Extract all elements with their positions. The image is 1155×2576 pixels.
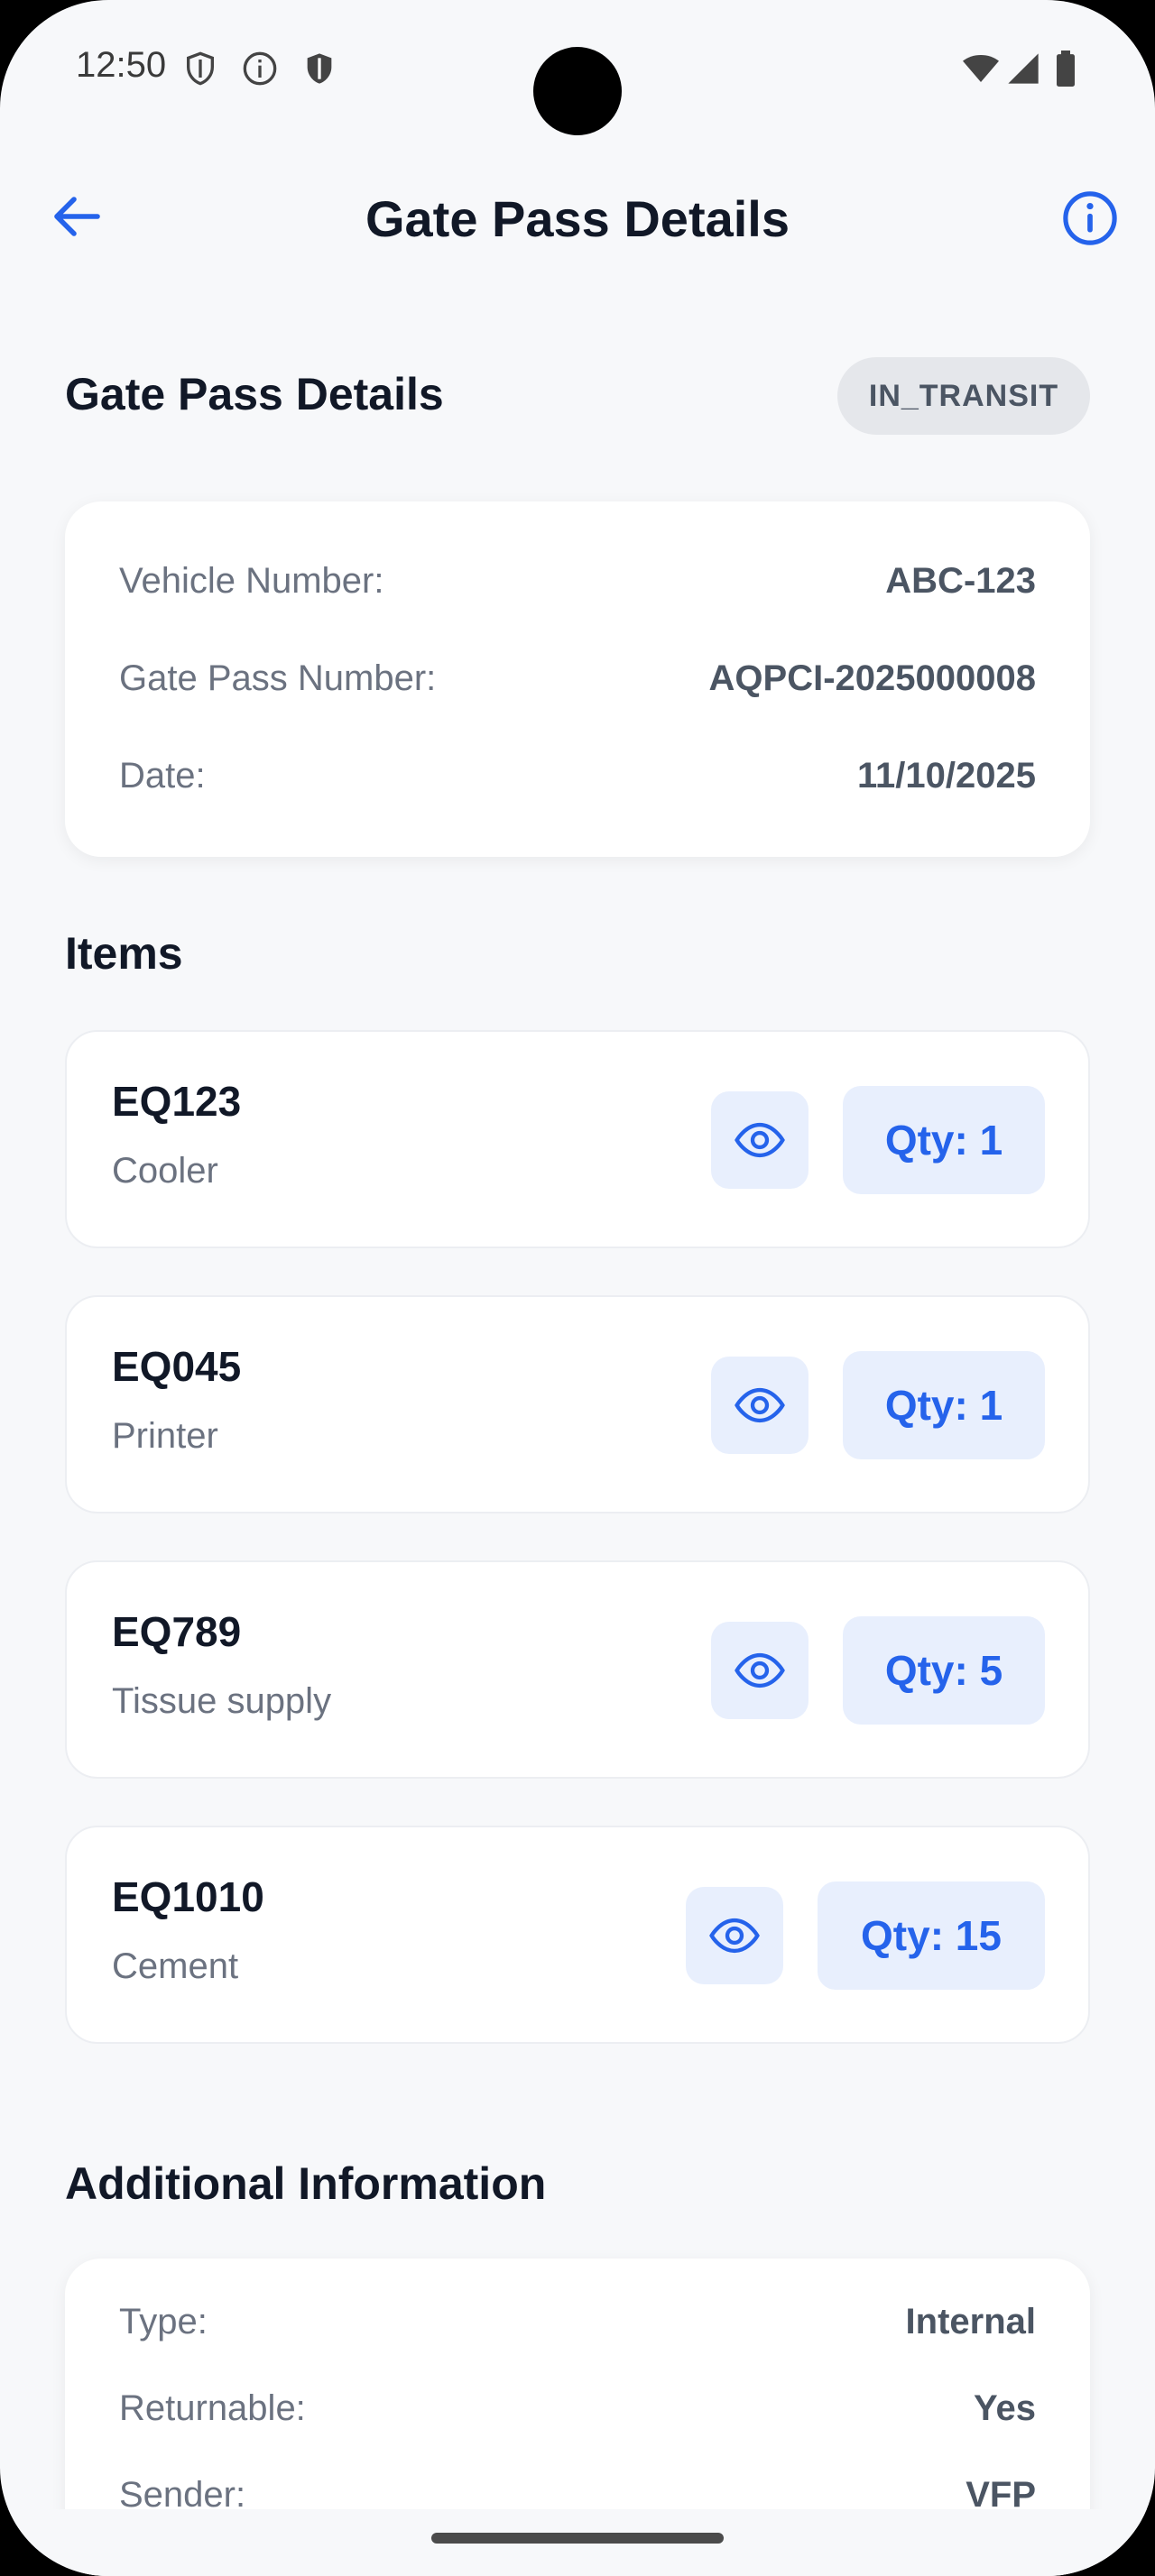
app-bar: Gate Pass Details bbox=[0, 171, 1155, 262]
kv-label: Returnable: bbox=[119, 2387, 306, 2428]
kv-label: Gate Pass Number: bbox=[119, 658, 437, 698]
shield-filled-icon bbox=[307, 53, 332, 84]
section-title-additional: Additional Information bbox=[65, 2158, 547, 2209]
item-name: Cooler bbox=[112, 1151, 218, 1191]
item-code: EQ789 bbox=[112, 1608, 242, 1655]
info-status-icon bbox=[243, 51, 277, 86]
summary-card: Vehicle Number: ABC-123 Gate Pass Number… bbox=[65, 501, 1090, 857]
list-item: EQ1010 Cement Qty: 15 bbox=[65, 1826, 1090, 2044]
eye-icon bbox=[709, 1918, 760, 1954]
kv-row-returnable: Returnable: Yes bbox=[119, 2381, 1036, 2435]
view-item-button[interactable] bbox=[711, 1357, 808, 1454]
kv-value: 11/10/2025 bbox=[857, 755, 1036, 796]
kv-value: Internal bbox=[905, 2301, 1036, 2341]
camera-cutout bbox=[533, 47, 622, 135]
qty-badge: Qty: 15 bbox=[818, 1881, 1045, 1990]
list-item: EQ789 Tissue supply Qty: 5 bbox=[65, 1560, 1090, 1779]
item-name: Printer bbox=[112, 1416, 218, 1456]
kv-label: Vehicle Number: bbox=[119, 560, 384, 601]
shield-outline-icon bbox=[187, 51, 214, 86]
device-screen: 12:50 Gate Pass Details Gate Pass Detail… bbox=[0, 0, 1155, 2576]
section-title-items: Items bbox=[65, 928, 183, 979]
cellular-signal-icon bbox=[1008, 53, 1039, 84]
qty-badge: Qty: 1 bbox=[843, 1351, 1045, 1459]
status-badge: IN_TRANSIT bbox=[837, 357, 1090, 435]
item-name: Tissue supply bbox=[112, 1681, 332, 1721]
status-bar: 12:50 bbox=[0, 0, 1155, 135]
kv-row-gate-pass-number: Gate Pass Number: AQPCI-2025000008 bbox=[119, 651, 1036, 705]
item-code: EQ045 bbox=[112, 1343, 242, 1390]
eye-icon bbox=[735, 1122, 785, 1158]
arrow-left-icon bbox=[54, 197, 100, 236]
eye-icon bbox=[735, 1652, 785, 1688]
view-item-button[interactable] bbox=[711, 1622, 808, 1719]
home-indicator[interactable] bbox=[431, 2533, 724, 2544]
item-code: EQ1010 bbox=[112, 1873, 264, 1920]
wifi-icon bbox=[963, 55, 999, 82]
kv-value: ABC-123 bbox=[885, 560, 1036, 601]
qty-badge: Qty: 1 bbox=[843, 1086, 1045, 1194]
battery-icon bbox=[1057, 51, 1075, 87]
qty-badge: Qty: 5 bbox=[843, 1616, 1045, 1725]
kv-label: Type: bbox=[119, 2301, 208, 2341]
kv-value: AQPCI-2025000008 bbox=[708, 658, 1036, 698]
section-title-details: Gate Pass Details bbox=[65, 369, 444, 419]
kv-value: Yes bbox=[974, 2387, 1036, 2428]
status-time: 12:50 bbox=[76, 45, 167, 85]
info-button[interactable] bbox=[1058, 186, 1123, 251]
list-item: EQ123 Cooler Qty: 1 bbox=[65, 1030, 1090, 1248]
kv-row-vehicle-number: Vehicle Number: ABC-123 bbox=[119, 554, 1036, 608]
page-title: Gate Pass Details bbox=[365, 190, 790, 247]
item-name: Cement bbox=[112, 1946, 239, 1986]
kv-label: Date: bbox=[119, 755, 206, 796]
info-icon bbox=[1063, 191, 1117, 245]
item-code: EQ123 bbox=[112, 1078, 242, 1125]
kv-row-date: Date: 11/10/2025 bbox=[119, 749, 1036, 803]
kv-row-type: Type: Internal bbox=[119, 2295, 1036, 2349]
view-item-button[interactable] bbox=[686, 1887, 783, 1984]
back-button[interactable] bbox=[45, 189, 108, 244]
list-item: EQ045 Printer Qty: 1 bbox=[65, 1295, 1090, 1513]
view-item-button[interactable] bbox=[711, 1091, 808, 1189]
eye-icon bbox=[735, 1387, 785, 1423]
